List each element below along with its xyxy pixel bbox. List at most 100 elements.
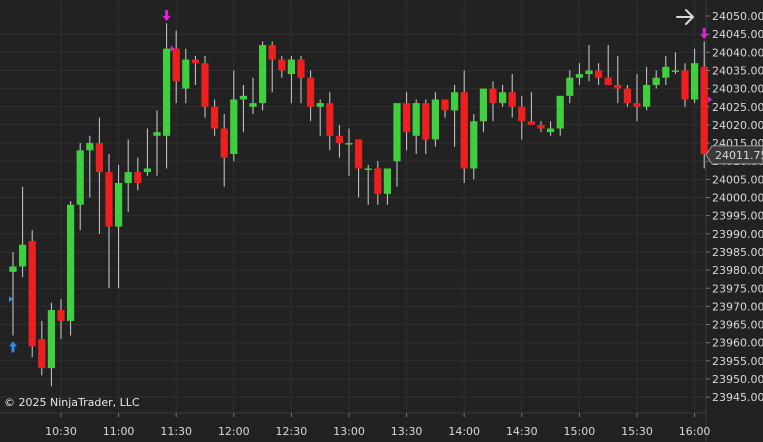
price-tick-label: 23985.00 (712, 246, 763, 259)
candle-body (595, 70, 603, 78)
price-tick-label: 24000.00 (712, 192, 763, 205)
candle (643, 66, 651, 111)
time-tick-label: 11:30 (160, 425, 192, 438)
candle (527, 92, 535, 125)
candle (307, 70, 315, 122)
candle (345, 128, 353, 176)
candle-body (556, 95, 564, 129)
candle-body (383, 168, 391, 194)
candle (201, 55, 209, 118)
candle-body (134, 172, 142, 183)
candle-body (297, 59, 305, 78)
arrow-right-icon[interactable] (676, 9, 694, 25)
candle (595, 63, 603, 85)
candle (163, 23, 171, 169)
time-tick-label: 13:00 (333, 425, 365, 438)
candle (585, 45, 593, 82)
candlestick-chart[interactable]: 24050.00 24045.00 24040.00 24035.00 24030.00… (0, 0, 763, 442)
candle-body (364, 168, 372, 170)
candle (86, 135, 94, 198)
candle-body (220, 128, 228, 158)
time-tick-label: 15:00 (564, 425, 596, 438)
time-tick-label: 13:30 (391, 425, 423, 438)
arrow-right-glyph (676, 9, 694, 25)
candle-body (38, 339, 46, 369)
candle-body (191, 59, 199, 64)
candle (9, 251, 17, 336)
candle-body (566, 77, 574, 96)
candle-body (441, 99, 449, 111)
candle (652, 70, 660, 89)
candle (268, 41, 276, 93)
candle (575, 63, 583, 85)
candle-body (172, 48, 180, 82)
candle (681, 63, 689, 107)
candle-body (153, 132, 161, 136)
candle-body (115, 182, 123, 227)
current-price-tag: 24011.75 (705, 145, 763, 165)
candle (278, 55, 286, 78)
candle-body (201, 63, 209, 107)
candle-body (643, 84, 651, 107)
candle-body (633, 103, 641, 107)
candle (671, 52, 679, 75)
candle (508, 74, 516, 118)
candle (76, 143, 84, 231)
price-tick-label: 24005.00 (712, 173, 763, 186)
candle-body (604, 77, 612, 85)
price-tick-label: 23970.00 (712, 300, 763, 313)
candle-body (489, 88, 497, 104)
candle-body (76, 150, 84, 205)
candle-body (124, 172, 132, 183)
price-tick-label: 24035.00 (712, 64, 763, 77)
price-tick-label: 23945.00 (712, 391, 763, 404)
candle (143, 128, 151, 176)
time-tick-label: 14:00 (448, 425, 480, 438)
chart-panel[interactable]: 24050.00 24045.00 24040.00 24035.00 24030.00… (0, 0, 763, 442)
candle-body (508, 92, 516, 107)
candle-body (547, 128, 555, 133)
price-tick-label: 24045.00 (712, 28, 763, 41)
candle-body (230, 99, 238, 154)
candle-body (700, 66, 708, 154)
candle (67, 201, 75, 336)
candle (374, 161, 382, 205)
candle-body (671, 70, 679, 72)
candle (614, 55, 622, 104)
candles-group (9, 23, 708, 387)
candle (547, 121, 555, 136)
candle (700, 41, 708, 169)
candle (403, 92, 411, 151)
price-tick-label: 23980.00 (712, 264, 763, 277)
time-tick-label: 15:30 (621, 425, 653, 438)
candle (566, 70, 574, 104)
candle-body (575, 74, 583, 78)
candle-body (652, 77, 660, 85)
price-tick-label: 23955.00 (712, 355, 763, 368)
candle (451, 84, 459, 147)
candle-body (67, 204, 75, 321)
time-tick-label: 12:00 (218, 425, 250, 438)
candle (316, 99, 324, 136)
candle-body (307, 77, 315, 107)
candle-body (9, 266, 17, 272)
candle (383, 168, 391, 205)
candle (211, 99, 219, 136)
price-tick-label: 24030.00 (712, 83, 763, 96)
candle (230, 70, 238, 162)
candle (556, 95, 564, 136)
candle-body (518, 106, 526, 122)
time-tick-label: 11:00 (103, 425, 135, 438)
candle (335, 124, 343, 158)
candle-body (691, 63, 699, 100)
candle-body (393, 103, 401, 162)
candle (518, 95, 526, 140)
price-tick-label: 23990.00 (712, 228, 763, 241)
candle-body (105, 172, 113, 227)
candle (105, 153, 113, 289)
candle (124, 139, 132, 213)
candle (441, 99, 449, 118)
time-tick-label: 12:30 (276, 425, 308, 438)
price-tick-label: 24050.00 (712, 10, 763, 23)
candle-body (211, 106, 219, 129)
